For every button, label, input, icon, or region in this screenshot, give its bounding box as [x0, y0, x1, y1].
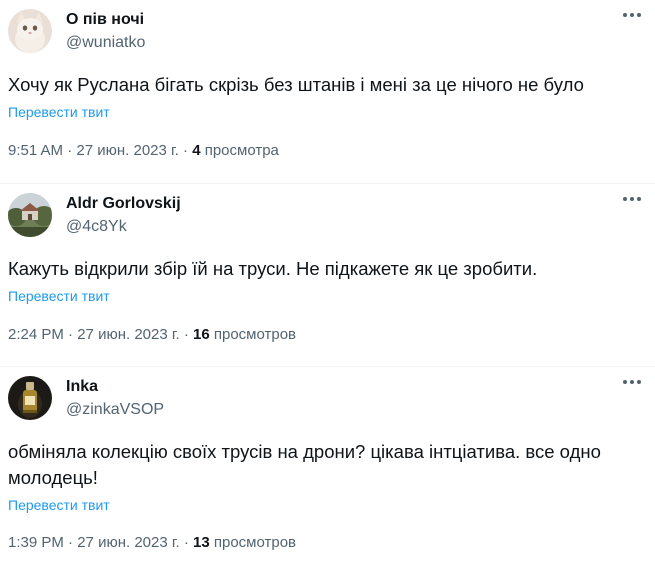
views-label: просмотра: [204, 142, 279, 159]
avatar[interactable]: [8, 193, 52, 237]
more-options-button[interactable]: [623, 380, 641, 386]
tweet-metadata: 1:39 PM · 27 июн. 2023 г. · 13 просмотро…: [8, 533, 642, 553]
display-name[interactable]: Aldr Gorlovskij: [66, 194, 181, 214]
cat-avatar-image: [8, 9, 52, 53]
more-options-button[interactable]: [623, 13, 641, 19]
bottle-avatar-image: [8, 376, 52, 420]
tweet-timestamp-link[interactable]: 1:39 PM · 27 июн. 2023 г.: [8, 534, 180, 551]
tweet[interactable]: О пів ночі @wuniatko Хочу як Руслана біг…: [0, 0, 655, 183]
tweet[interactable]: Inka @zinkaVSOP обміняла колекцію своїх …: [0, 366, 655, 568]
user-handle[interactable]: @wuniatko: [66, 33, 145, 53]
translate-tweet-link[interactable]: Перевести твит: [8, 496, 110, 514]
tweet[interactable]: Aldr Gorlovskij @4c8Yk Кажуть відкрили з…: [0, 183, 655, 366]
tweet-timestamp-link[interactable]: 9:51 AM · 27 июн. 2023 г.: [8, 142, 179, 159]
tweet-metadata: 9:51 AM · 27 июн. 2023 г. · 4 просмотра: [8, 141, 642, 161]
translate-tweet-link[interactable]: Перевести твит: [8, 287, 110, 305]
tweet-date: 27 июн. 2023 г.: [76, 142, 179, 159]
translate-tweet-link[interactable]: Перевести твит: [8, 103, 110, 121]
tweet-date: 27 июн. 2023 г.: [77, 534, 180, 551]
avatar[interactable]: [8, 376, 52, 420]
tweet-time: 2:24 PM: [8, 326, 64, 343]
separator: ·: [183, 326, 189, 343]
user-handle[interactable]: @4c8Yk: [66, 217, 181, 237]
separator: ·: [67, 142, 73, 159]
more-options-button[interactable]: [623, 197, 641, 203]
tweet-time: 1:39 PM: [8, 534, 64, 551]
display-name[interactable]: Inka: [66, 377, 164, 397]
tweet-text: обміняла колекцію своїх трусів на дрони?…: [8, 441, 601, 488]
views-label: просмотров: [213, 534, 297, 551]
views-label: просмотров: [213, 326, 297, 343]
separator: ·: [183, 142, 189, 159]
separator: ·: [68, 534, 74, 551]
tweet-metadata: 2:24 PM · 27 июн. 2023 г. · 16 просмотро…: [8, 325, 642, 345]
display-name[interactable]: О пів ночі: [66, 10, 145, 30]
avatar[interactable]: [8, 9, 52, 53]
tweet-text: Кажуть відкрили збір їй на труси. Не під…: [8, 258, 538, 279]
tweet-time: 9:51 AM: [8, 142, 64, 159]
separator: ·: [68, 326, 74, 343]
views-count: 16: [193, 326, 210, 343]
tweet-text: Хочу як Руслана бігать скрізь без штанів…: [8, 74, 584, 95]
separator: ·: [183, 534, 189, 551]
views-count: 4: [192, 142, 201, 159]
tweet-date: 27 июн. 2023 г.: [77, 326, 180, 343]
landscape-avatar-image: [8, 193, 52, 237]
user-handle[interactable]: @zinkaVSOP: [66, 400, 164, 420]
tweet-timestamp-link[interactable]: 2:24 PM · 27 июн. 2023 г.: [8, 326, 180, 343]
views-count: 13: [193, 534, 210, 551]
